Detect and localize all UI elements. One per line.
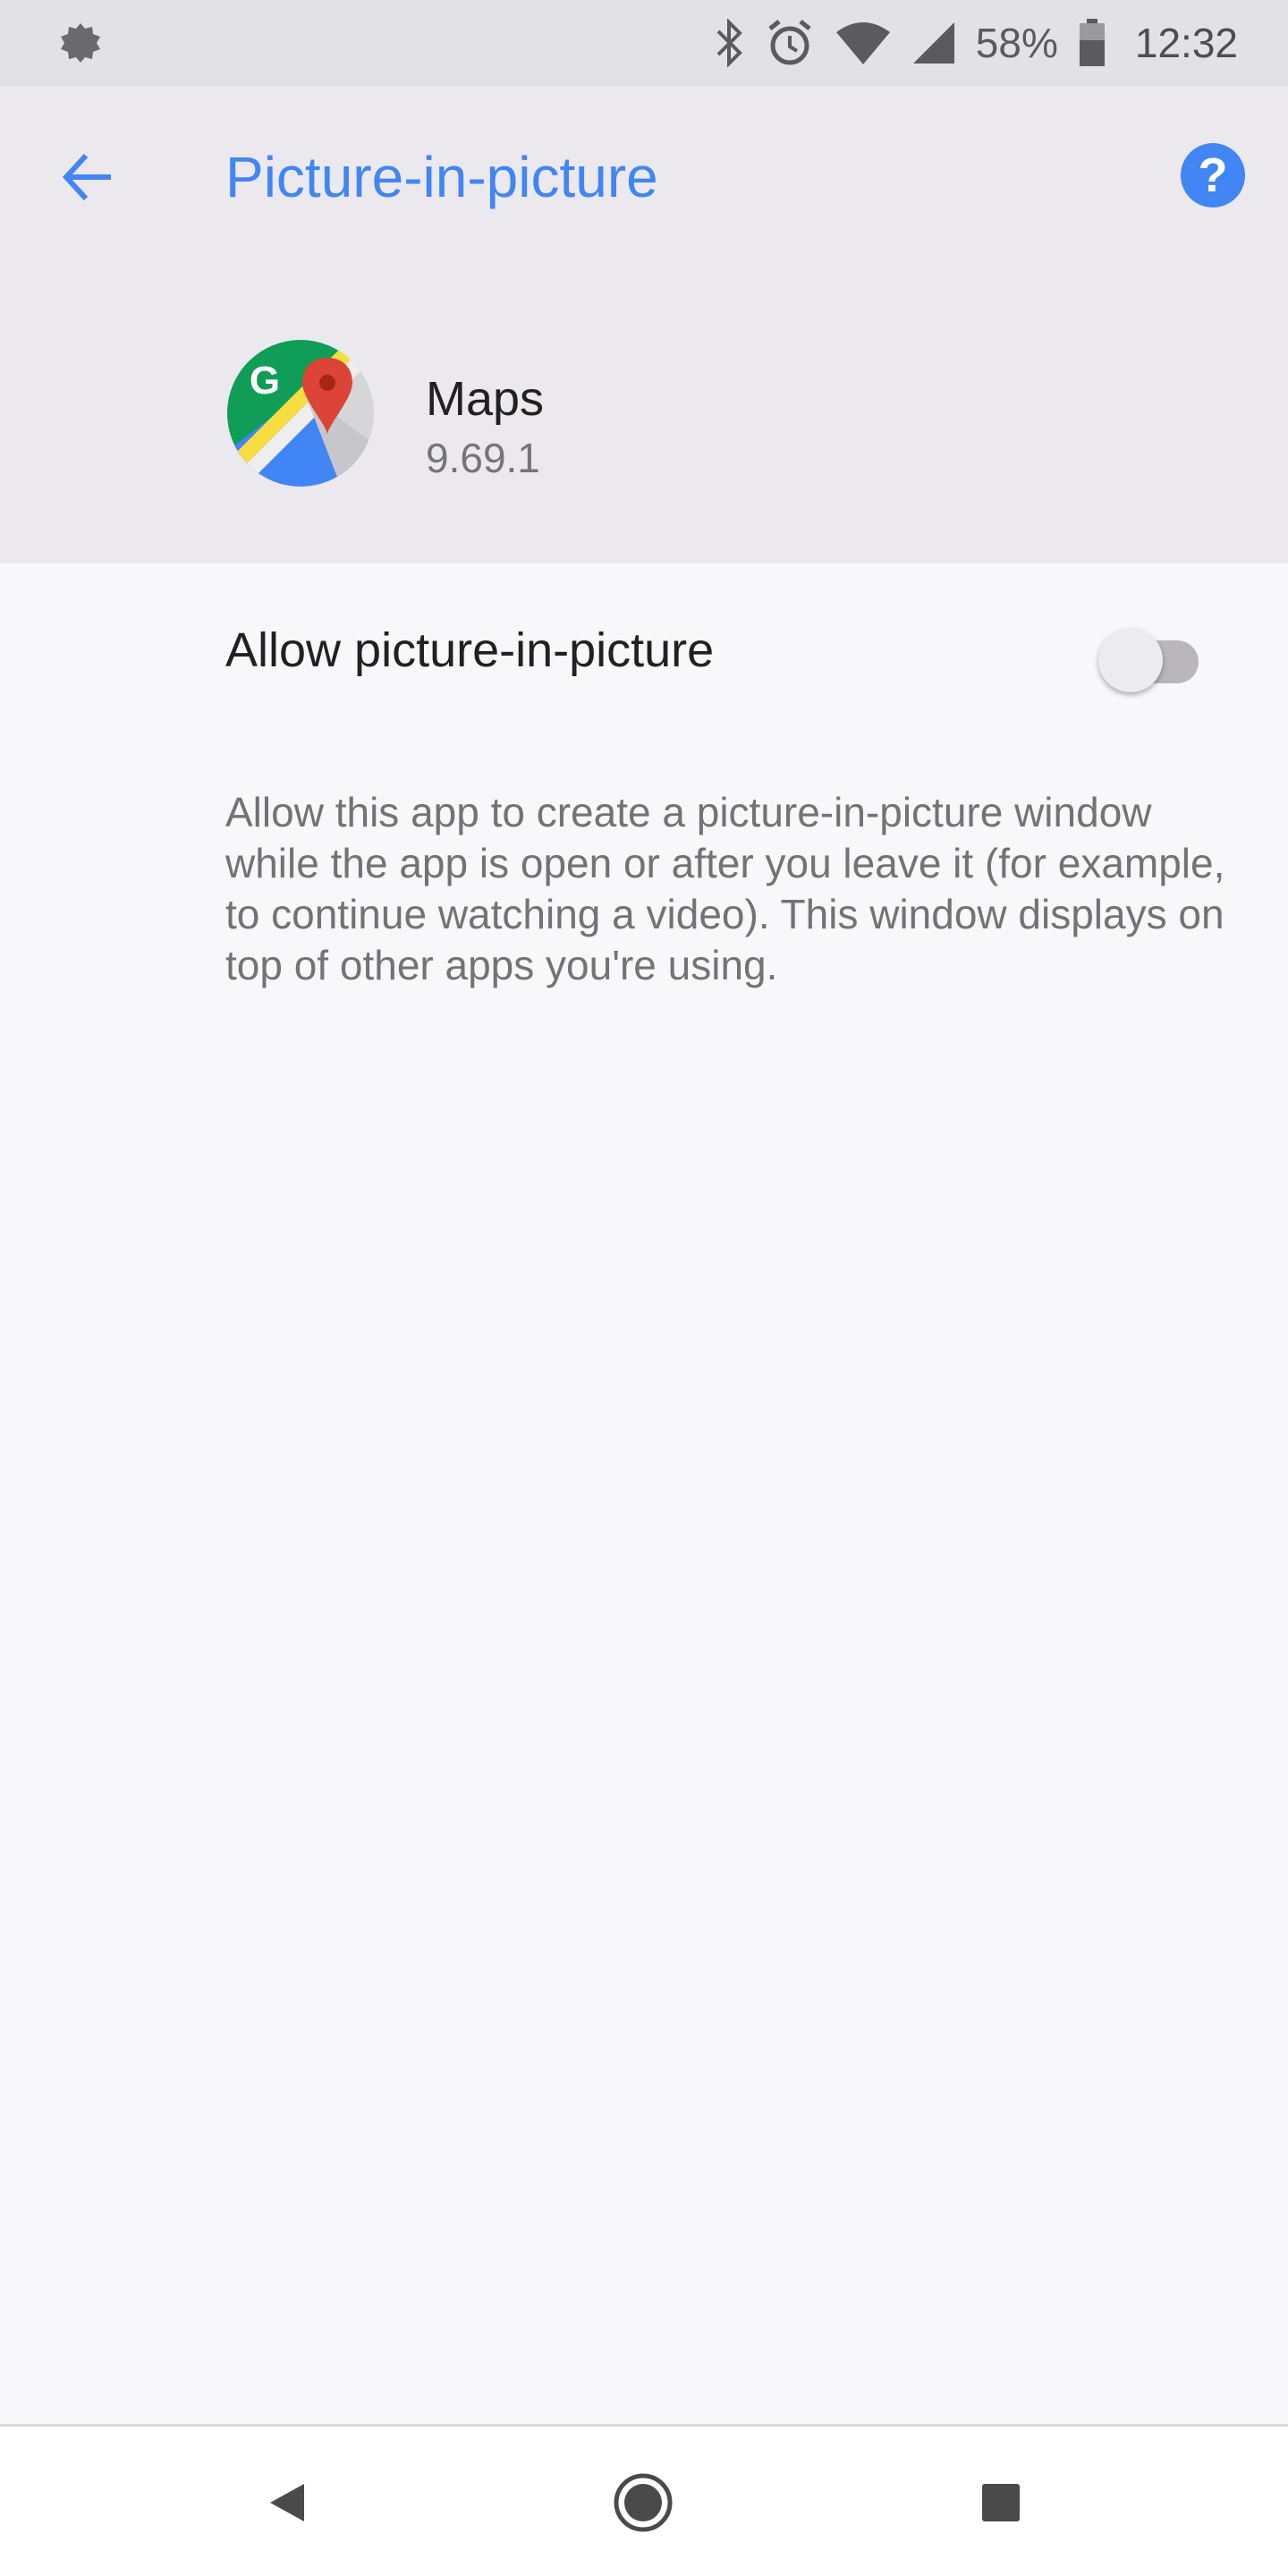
app-version: 9.69.1 — [426, 435, 540, 481]
home-circle-icon — [614, 2473, 673, 2532]
wifi-icon — [835, 22, 890, 64]
battery-percent: 58% — [975, 20, 1058, 66]
allow-pip-toggle[interactable] — [1098, 617, 1206, 692]
pip-description: Allow this app to create a picture-in-pi… — [225, 789, 1225, 988]
battery-icon — [1079, 19, 1105, 66]
navigation-bar — [0, 2424, 1288, 2576]
allow-pip-setting-row[interactable]: Allow picture-in-picture — [0, 564, 1288, 739]
toggle-thumb — [1098, 628, 1163, 692]
status-icons: 58% 12:32 — [713, 0, 1238, 86]
nav-back-button[interactable] — [247, 2462, 327, 2543]
back-triangle-icon — [270, 2484, 304, 2521]
nav-home-button[interactable] — [603, 2462, 683, 2543]
cellular-signal-icon — [912, 22, 954, 64]
back-button[interactable] — [50, 140, 125, 215]
nav-recents-button[interactable] — [961, 2462, 1041, 2543]
settings-gear-icon — [61, 23, 100, 63]
svg-text:G: G — [250, 359, 280, 402]
arrow-back-icon — [62, 153, 111, 201]
recents-square-icon — [982, 2484, 1020, 2521]
bluetooth-icon — [716, 19, 742, 67]
allow-pip-label: Allow picture-in-picture — [225, 623, 715, 677]
google-maps-icon: G — [227, 340, 374, 487]
help-icon[interactable]: ? — [1177, 140, 1249, 211]
app-header: Picture-in-picture ? G Maps 9.69.1 — [0, 86, 1288, 564]
status-time: 12:32 — [1134, 20, 1238, 66]
status-bar: 58% 12:32 — [0, 0, 1288, 86]
svg-text:?: ? — [1199, 148, 1228, 202]
page-title: Picture-in-picture — [225, 145, 658, 209]
alarm-icon — [768, 20, 811, 65]
settings-content: Allow picture-in-picture Allow this app … — [0, 564, 1288, 2424]
app-name: Maps — [426, 372, 545, 426]
